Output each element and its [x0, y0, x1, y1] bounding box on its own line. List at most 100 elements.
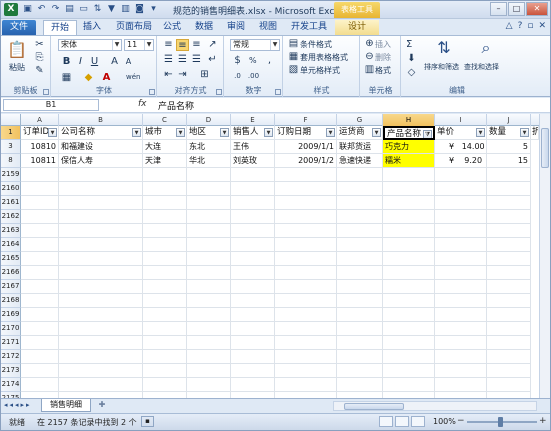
maximize-button[interactable]: □ — [508, 2, 525, 16]
table-cell[interactable] — [231, 308, 275, 322]
table-cell[interactable] — [59, 322, 143, 336]
table-cell[interactable] — [59, 336, 143, 350]
table-cell[interactable] — [59, 350, 143, 364]
open-icon[interactable]: ▭ — [78, 4, 89, 15]
cut-icon[interactable]: ✂ — [33, 39, 46, 51]
number-format-combo[interactable]: 常规 ▼ — [230, 39, 280, 51]
increase-decimal-icon[interactable]: .0 — [231, 70, 244, 82]
table-cell[interactable] — [231, 266, 275, 280]
table-cell[interactable] — [383, 336, 435, 350]
table-cell[interactable] — [487, 238, 531, 252]
header-cell-shipper[interactable]: 运货商 ▼ — [337, 126, 383, 140]
row-header[interactable]: 2169 — [1, 308, 21, 322]
tab-data[interactable]: 数据 — [191, 20, 217, 35]
close-button[interactable]: ✕ — [526, 2, 548, 16]
header-cell-order-date[interactable]: 订购日期 ▼ — [275, 126, 337, 140]
tab-file[interactable]: 文件 — [2, 20, 36, 35]
table-cell[interactable]: 和福建设 — [59, 140, 143, 154]
clipboard-launcher[interactable] — [43, 89, 49, 95]
table-cell[interactable] — [187, 280, 231, 294]
grow-font-button[interactable]: A — [108, 56, 121, 68]
table-cell[interactable] — [143, 336, 187, 350]
row-header[interactable]: 2159 — [1, 168, 21, 182]
vertical-scrollbar[interactable] — [539, 114, 550, 398]
filter-dropdown-icon[interactable]: ▼ — [220, 128, 229, 137]
table-cell[interactable] — [187, 322, 231, 336]
table-cell[interactable] — [59, 168, 143, 182]
table-cell[interactable] — [21, 224, 59, 238]
format-as-table-icon[interactable]: ▦ — [287, 51, 300, 63]
table-cell[interactable] — [231, 210, 275, 224]
macro-record-icon[interactable]: ▪ — [141, 416, 154, 427]
table-cell[interactable] — [487, 378, 531, 392]
row-header[interactable]: 2172 — [1, 350, 21, 364]
table-cell[interactable] — [143, 364, 187, 378]
table-cell[interactable] — [275, 308, 337, 322]
header-cell-region[interactable]: 地区 ▼ — [187, 126, 231, 140]
row-header[interactable]: 2174 — [1, 378, 21, 392]
table-cell[interactable] — [187, 378, 231, 392]
row-header[interactable]: 2160 — [1, 182, 21, 196]
wrap-text-icon[interactable]: ↵ — [206, 54, 219, 66]
table-cell[interactable] — [435, 196, 487, 210]
help-icon[interactable]: ? — [518, 21, 523, 31]
italic-button[interactable]: I — [74, 56, 87, 68]
fill-color-icon[interactable]: ◆ — [82, 72, 95, 84]
table-cell[interactable] — [231, 336, 275, 350]
table-cell[interactable] — [337, 322, 383, 336]
table-cell[interactable] — [337, 280, 383, 294]
table-cell[interactable] — [231, 294, 275, 308]
table-cell[interactable] — [337, 350, 383, 364]
normal-view-icon[interactable] — [379, 416, 393, 427]
sort-icon[interactable]: ⇅ — [92, 4, 103, 15]
name-box[interactable]: B1 — [3, 99, 99, 111]
table-cell[interactable] — [59, 308, 143, 322]
table-cell[interactable]: 联邦货运 — [337, 140, 383, 154]
table-cell[interactable] — [435, 224, 487, 238]
table-cell[interactable] — [275, 364, 337, 378]
table-cell[interactable] — [337, 378, 383, 392]
table-cell[interactable] — [383, 364, 435, 378]
decrease-decimal-icon[interactable]: .00 — [247, 70, 260, 82]
filter-dropdown-icon[interactable]: ▼ — [264, 128, 273, 137]
table-cell[interactable] — [59, 294, 143, 308]
filter-dropdown-icon[interactable]: ▼ — [326, 128, 335, 137]
table-cell[interactable] — [59, 210, 143, 224]
table-cell[interactable] — [383, 266, 435, 280]
table-cell[interactable]: 2009/1/1 — [275, 140, 337, 154]
merge-center-icon[interactable]: ⊞ — [198, 69, 211, 81]
table-cell[interactable] — [187, 238, 231, 252]
comma-style-icon[interactable]: , — [263, 55, 276, 67]
currency-icon[interactable]: $ — [231, 55, 244, 67]
zoom-slider-thumb[interactable] — [498, 417, 503, 427]
font-size-combo[interactable]: 11 ▼ — [124, 39, 154, 51]
table-cell[interactable] — [187, 210, 231, 224]
conditional-format-button[interactable]: 条件格式 — [300, 39, 332, 50]
font-launcher[interactable] — [149, 89, 155, 95]
header-cell-company[interactable]: 公司名称 ▼ — [59, 126, 143, 140]
insert-sheet-icon[interactable]: ✚ — [94, 400, 110, 411]
find-select-button[interactable]: 查找和选择 — [464, 62, 499, 73]
table-cell[interactable] — [435, 168, 487, 182]
row-header[interactable]: 2161 — [1, 196, 21, 210]
filter-icon[interactable]: ▼ — [106, 4, 117, 15]
close-workbook-icon[interactable]: ✕ — [538, 21, 546, 31]
table-cell[interactable] — [383, 252, 435, 266]
chevron-down-icon[interactable]: ▼ — [144, 40, 153, 50]
table-cell[interactable]: 华北 — [187, 154, 231, 168]
table-cell[interactable] — [143, 378, 187, 392]
chart-icon[interactable]: ▥ — [120, 4, 131, 15]
table-cell[interactable] — [383, 196, 435, 210]
table-cell[interactable] — [187, 266, 231, 280]
row-header[interactable]: 8 — [1, 154, 21, 168]
table-cell[interactable] — [487, 182, 531, 196]
find-select-icon[interactable]: ⌕ — [476, 38, 496, 58]
format-cells-button[interactable]: 格式 — [375, 65, 391, 76]
decrease-indent-icon[interactable]: ⇤ — [162, 69, 175, 81]
table-cell[interactable]: ¥ 9.20 — [435, 154, 487, 168]
table-cell[interactable] — [487, 266, 531, 280]
column-header[interactable]: D — [187, 114, 231, 126]
table-cell[interactable]: 10811 — [21, 154, 59, 168]
column-header[interactable]: C — [143, 114, 187, 126]
header-cell-order-id[interactable]: 订单ID ▼ — [21, 126, 59, 140]
